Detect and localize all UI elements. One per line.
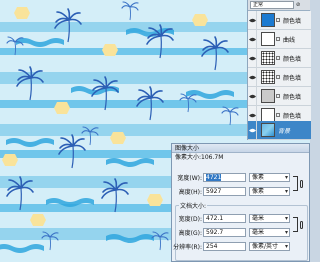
pixel-width-input[interactable]: 4721 [203, 172, 246, 182]
layer-thumbnail [261, 51, 275, 65]
eye-icon[interactable] [248, 29, 257, 49]
layer-row-background[interactable]: 背景 [248, 120, 311, 140]
layer-name: 背景 [278, 127, 291, 135]
resolution-unit-select[interactable]: 像素/英寸 [249, 241, 290, 251]
eye-icon[interactable] [248, 67, 257, 87]
doc-chain-link-icon [300, 221, 303, 229]
link-icon [276, 56, 280, 60]
resolution-row: 分辨率(R): 254 像素/英寸 [172, 241, 290, 251]
link-icon [276, 37, 280, 41]
pixel-width-label: 宽度(W): [177, 174, 202, 182]
resolution-input[interactable]: 254 [203, 241, 246, 251]
eye-icon[interactable] [248, 86, 257, 106]
pixel-width-row: 宽度(W): 4721 像素 [172, 172, 290, 182]
blend-mode-select[interactable]: 正常 [250, 1, 294, 9]
layer-name: 颜色填 [283, 93, 302, 101]
layer-thumbnail [261, 13, 275, 27]
pixel-size-label: 像素大小:106.7M [175, 154, 224, 161]
pixel-width-unit-select[interactable]: 像素 [249, 172, 290, 182]
layer-thumbnail [261, 89, 275, 103]
pixel-height-label: 高度(H): [178, 188, 202, 196]
layer-row[interactable]: 颜色填 [248, 48, 311, 68]
layer-name: 曲线 [283, 36, 296, 44]
eye-icon[interactable] [248, 10, 257, 30]
layers-toolbar: 正常 ⊘ [248, 0, 310, 11]
resolution-label: 分辨率(R): [173, 243, 202, 251]
opacity-lock-icon[interactable]: ⊘ [296, 2, 304, 9]
doc-width-input[interactable]: 472.1 [203, 213, 246, 223]
doc-constrain-bracket [293, 217, 298, 232]
link-icon [276, 94, 280, 98]
layer-thumbnail [261, 123, 275, 137]
layer-thumbnail [261, 108, 275, 122]
layer-name: 颜色填 [283, 74, 302, 82]
link-icon [276, 75, 280, 79]
doc-width-label: 宽度(D): [178, 215, 202, 223]
image-size-dialog: 图像大小 像素大小:106.7M 宽度(W): 4721 像素 高度(H): 5… [171, 143, 310, 262]
layer-row[interactable]: 颜色填 [248, 10, 311, 30]
chain-link-icon [300, 180, 303, 188]
doc-height-unit-select[interactable]: 毫米 [249, 227, 290, 237]
constrain-bracket [293, 176, 298, 191]
layer-thumbnail [261, 32, 275, 46]
layer-row[interactable]: 颜色填 [248, 67, 311, 87]
doc-height-label: 高度(G): [178, 229, 202, 237]
layer-thumbnail [261, 70, 275, 84]
layers-panel: 正常 ⊘ 颜色填 曲线 颜色填 颜色填 颜色填 颜色填 背景 [247, 0, 311, 140]
pixel-height-input[interactable]: 5927 [203, 186, 246, 196]
doc-width-unit-select[interactable]: 毫米 [249, 213, 290, 223]
doc-width-row: 宽度(D): 472.1 毫米 [172, 213, 290, 223]
pixel-height-unit-select[interactable]: 像素 [249, 186, 290, 196]
layer-row[interactable]: 曲线 [248, 29, 311, 49]
layer-name: 颜色填 [283, 112, 302, 120]
pixel-width-value: 4721 [206, 173, 222, 181]
layer-name: 颜色填 [283, 17, 302, 25]
pixel-height-row: 高度(H): 5927 像素 [172, 186, 290, 196]
doc-height-row: 高度(G): 592.7 毫米 [172, 227, 290, 237]
eye-icon[interactable] [248, 48, 257, 68]
dialog-title: 图像大小 [172, 144, 309, 153]
document-size-legend: 文档大小: [179, 201, 208, 210]
layer-name: 颜色填 [283, 55, 302, 63]
link-icon [276, 113, 280, 117]
link-icon [276, 18, 280, 22]
eye-icon[interactable] [248, 120, 257, 140]
layer-row[interactable]: 颜色填 [248, 86, 311, 106]
doc-height-input[interactable]: 592.7 [203, 227, 246, 237]
